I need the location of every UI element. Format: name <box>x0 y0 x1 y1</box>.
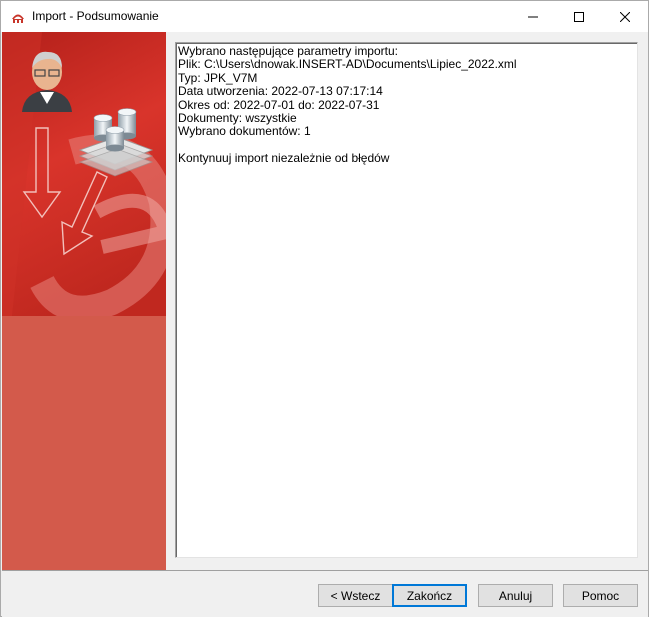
title-bar[interactable]: Import - Podsumowanie <box>1 1 648 32</box>
maximize-button[interactable] <box>556 1 602 32</box>
app-logo-icon <box>12 14 24 23</box>
cancel-button[interactable]: Anuluj <box>478 584 553 607</box>
summary-line-continue: Kontynuuj import niezależnie od błędów <box>178 151 390 166</box>
summary-line-selected-count: Wybrano dokumentów: 1 <box>178 124 311 139</box>
minimize-icon <box>528 16 538 17</box>
wizard-footer: < Wstecz Zakończ Anuluj Pomoc <box>2 570 648 617</box>
summary-text-box[interactable]: Wybrano następujące parametry importu: P… <box>175 42 638 558</box>
summary-line-documents: Dokumenty: wszystkie <box>178 110 297 125</box>
sidebar-banner-graphic <box>2 32 166 316</box>
finish-button[interactable]: Zakończ <box>392 584 467 607</box>
summary-line-file: Plik: C:\Users\dnowak.INSERT-AD\Document… <box>178 57 517 72</box>
summary-line-type: Typ: JPK_V7M <box>178 70 258 85</box>
close-icon <box>620 11 630 22</box>
back-button[interactable]: < Wstecz <box>318 584 393 607</box>
maximize-icon <box>574 11 584 22</box>
summary-line-header: Wybrano następujące parametry importu: <box>178 44 398 58</box>
wizard-content: Wybrano następujące parametry importu: P… <box>166 32 648 570</box>
window-title: Import - Podsumowanie <box>32 9 159 23</box>
summary-line-blank <box>178 139 637 152</box>
summary-line-created: Data utworzenia: 2022-07-13 07:17:14 <box>178 84 383 99</box>
import-wizard-window: Import - Podsumowanie Wybrano następując… <box>0 0 649 617</box>
summary-line-period: Okres od: 2022-07-01 do: 2022-07-31 <box>178 97 380 112</box>
help-button[interactable]: Pomoc <box>563 584 638 607</box>
wizard-sidebar <box>2 32 166 570</box>
minimize-button[interactable] <box>510 1 556 32</box>
close-button[interactable] <box>602 1 648 32</box>
